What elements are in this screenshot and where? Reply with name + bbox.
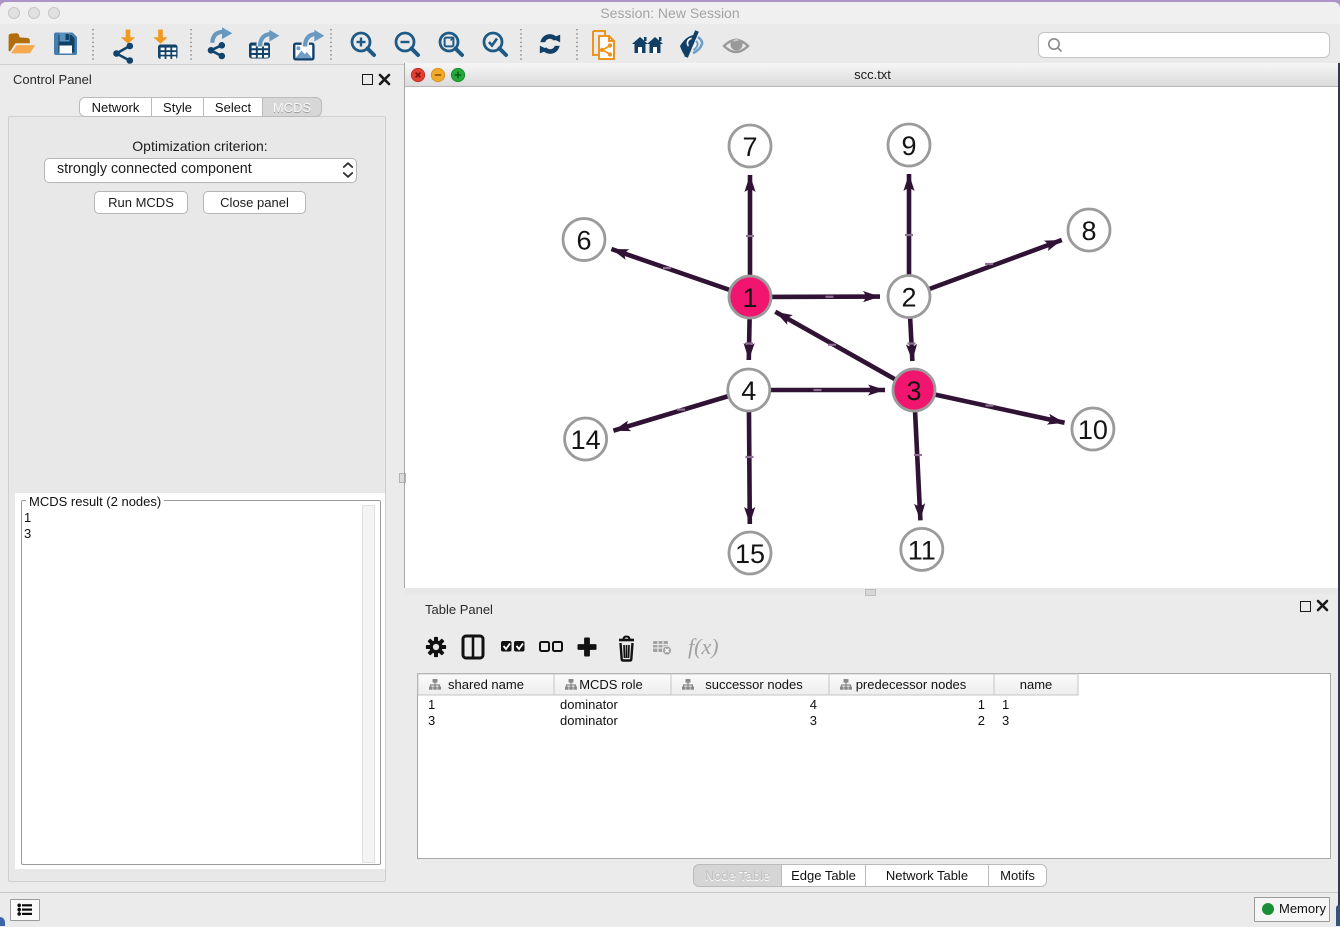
svg-text:1: 1 xyxy=(742,283,757,313)
svg-text:shared name: shared name xyxy=(448,677,524,692)
svg-text:2: 2 xyxy=(901,283,916,313)
svg-text:successor nodes: successor nodes xyxy=(705,677,803,692)
svg-text:11: 11 xyxy=(908,535,936,565)
svg-text:3: 3 xyxy=(906,376,921,406)
svg-text:name: name xyxy=(1020,677,1053,692)
svg-text:15: 15 xyxy=(735,539,765,569)
svg-text:6: 6 xyxy=(576,226,591,256)
svg-text:10: 10 xyxy=(1078,415,1108,445)
svg-text:predecessor nodes: predecessor nodes xyxy=(856,677,967,692)
svg-text:14: 14 xyxy=(571,425,601,455)
svg-text:MCDS role: MCDS role xyxy=(579,677,643,692)
svg-text:4: 4 xyxy=(741,376,756,406)
svg-text:7: 7 xyxy=(742,132,757,162)
svg-text:8: 8 xyxy=(1081,216,1096,246)
svg-text:9: 9 xyxy=(901,131,916,161)
svg-text:f(x): f(x) xyxy=(688,634,719,659)
